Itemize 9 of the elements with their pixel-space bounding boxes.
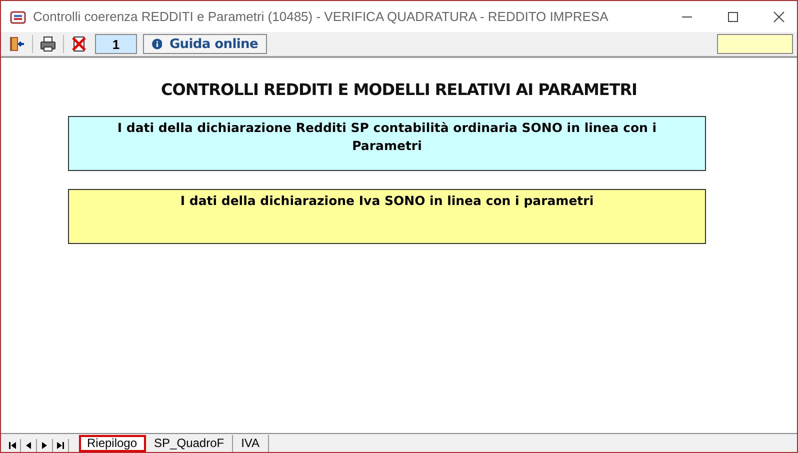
help-button[interactable]: Guida online (143, 34, 267, 54)
message-text: I dati della dichiarazione Redditi SP contabilità ordinaria SONO in linea con i Parametri (116, 119, 658, 155)
sheet-tab[interactable]: Riepilogo (79, 435, 146, 452)
sheet-tab[interactable]: SP_QuadroF (146, 435, 234, 452)
message-text: I dati della dichiarazione Iva SONO in linea con i parametri (180, 192, 594, 210)
sheet-tab[interactable]: IVA (233, 435, 269, 452)
report-heading: CONTROLLI REDDITI E MODELLI RELATIVI AI PARAMETRI (161, 80, 637, 99)
page-number-field[interactable]: 1 (95, 34, 137, 54)
window-title: Controlli coerenza REDDITI e Parametri (10485) - VERIFICA QUADRATURA - REDDITO IMPRESA (33, 9, 608, 24)
